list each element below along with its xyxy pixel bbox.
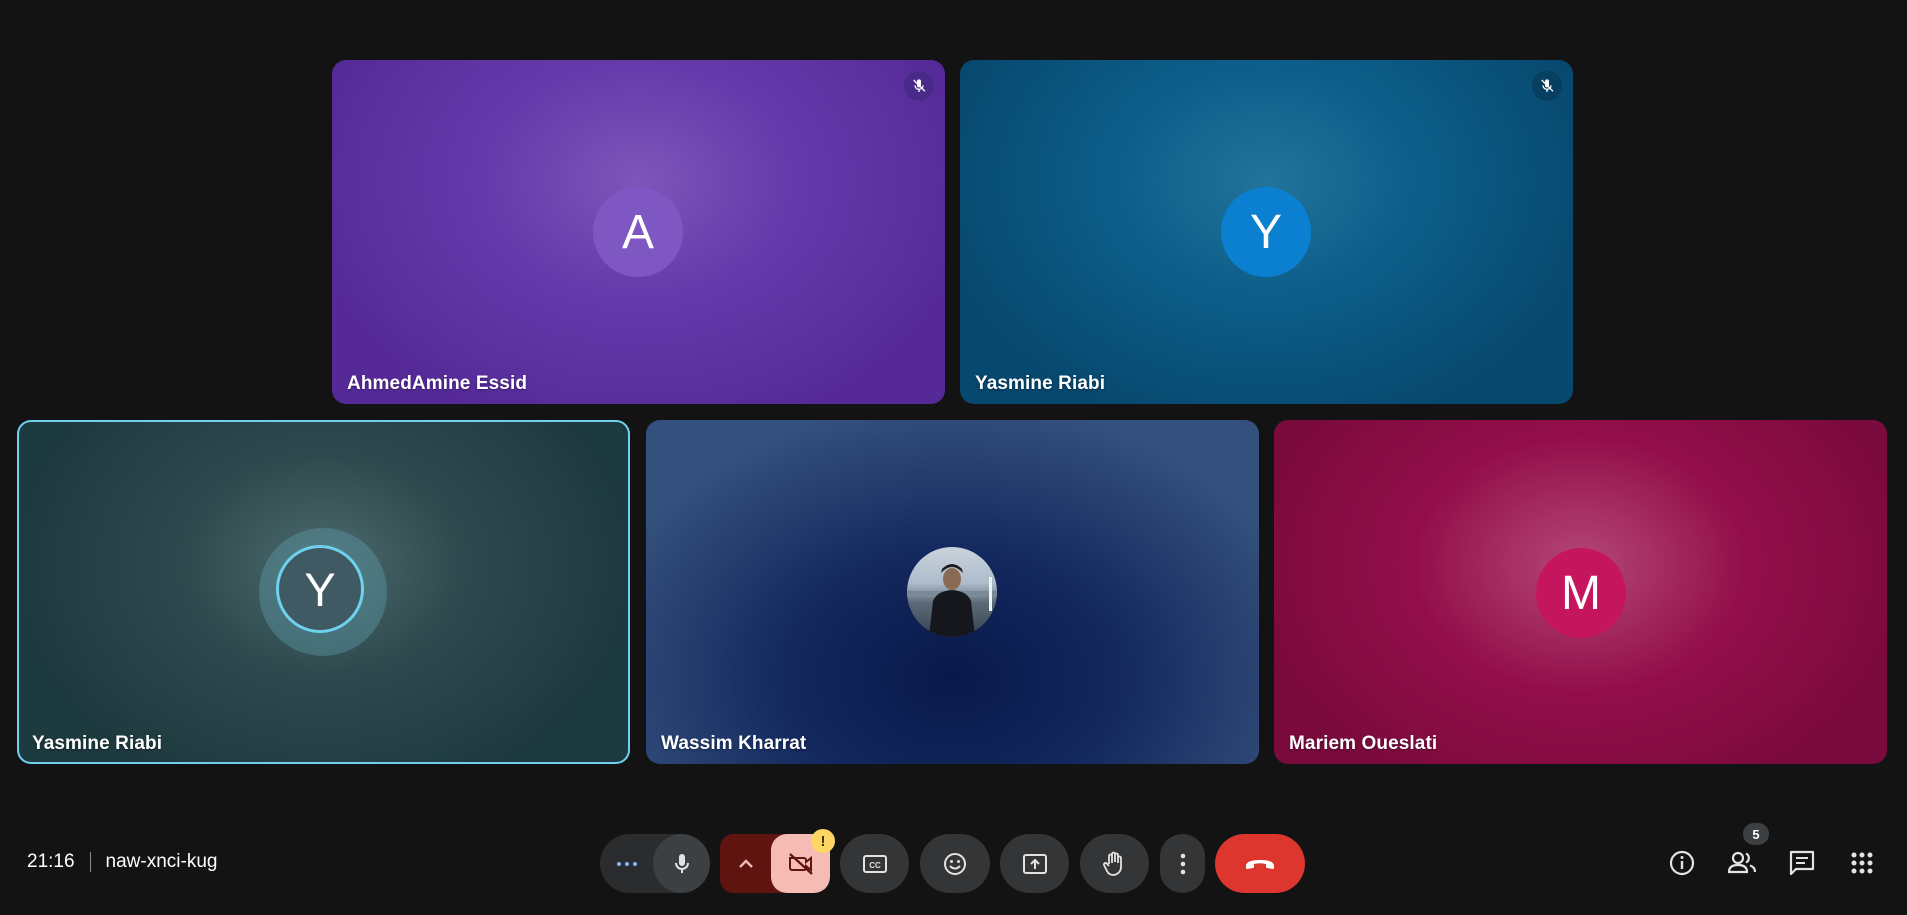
call-end-icon	[1246, 859, 1274, 869]
present-screen-button[interactable]	[1000, 834, 1069, 893]
closed-captions-icon: CC	[862, 854, 887, 873]
activities-button[interactable]	[1846, 847, 1878, 879]
participant-name: Yasmine Riabi	[32, 733, 163, 754]
meeting-code: naw-xnci-kug	[105, 851, 218, 872]
avatar: A	[593, 187, 683, 277]
people-icon	[1727, 851, 1757, 874]
mic-control-group	[600, 834, 710, 893]
people-count-badge: 5	[1743, 823, 1769, 845]
avatar: M	[1536, 548, 1626, 638]
people-button[interactable]	[1726, 847, 1758, 879]
participant-name: Mariem Oueslati	[1289, 733, 1438, 754]
participant-name: AhmedAmine Essid	[347, 373, 528, 394]
participant-tile-ahmedamine[interactable]: A AhmedAmine Essid	[332, 60, 945, 404]
participant-name: Yasmine Riabi	[975, 373, 1106, 394]
emoji-icon	[944, 852, 966, 875]
more-options-button[interactable]	[1160, 834, 1205, 893]
meeting-details-button[interactable]	[1666, 847, 1698, 879]
participant-name: Wassim Kharrat	[661, 733, 807, 754]
present-icon	[1022, 853, 1047, 874]
meeting-time: 21:16	[27, 851, 75, 872]
captions-button[interactable]: CC	[840, 834, 909, 893]
muted-mic-icon	[1532, 71, 1562, 101]
more-horiz-icon	[616, 861, 637, 866]
meeting-info: 21:16 naw-xnci-kug	[27, 851, 217, 873]
video-options-button[interactable]	[720, 834, 771, 893]
reactions-button[interactable]	[920, 834, 990, 893]
muted-mic-icon	[904, 71, 934, 101]
raise-hand-button[interactable]	[1080, 834, 1149, 893]
avatar: Y	[276, 545, 364, 633]
camera-off-icon	[788, 852, 813, 875]
participant-tile-mariem[interactable]: M Mariem Oueslati	[1274, 420, 1887, 764]
divider	[89, 852, 91, 872]
participant-tile-yasmine-self[interactable]: Y Yasmine Riabi	[17, 420, 630, 764]
avatar: Y	[1221, 187, 1311, 277]
profile-photo	[907, 547, 997, 637]
mic-icon	[674, 853, 689, 873]
participant-tile-wassim[interactable]: Wassim Kharrat	[646, 420, 1259, 764]
audio-options-button[interactable]	[600, 834, 653, 893]
more-vert-icon	[1180, 853, 1185, 874]
svg-text:CC: CC	[869, 861, 881, 870]
info-icon	[1669, 850, 1695, 876]
chevron-up-icon	[738, 858, 753, 868]
participant-tile-yasmine-1[interactable]: Y Yasmine Riabi	[960, 60, 1573, 404]
hand-icon	[1102, 851, 1122, 876]
chat-icon	[1789, 850, 1815, 876]
mic-button[interactable]	[653, 834, 710, 893]
camera-warning-badge: !	[811, 829, 835, 853]
apps-grid-icon	[1851, 852, 1873, 874]
end-call-button[interactable]	[1215, 834, 1305, 893]
chat-button[interactable]	[1786, 847, 1818, 879]
